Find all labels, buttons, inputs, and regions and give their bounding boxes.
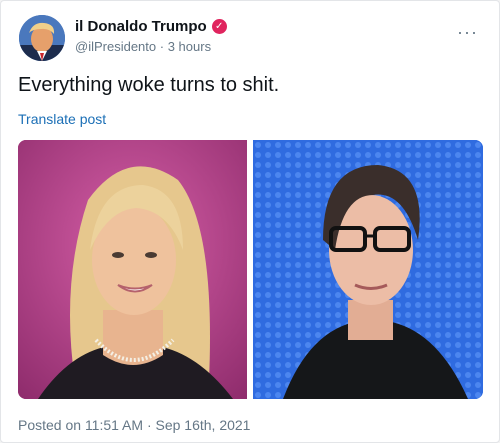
glasses-portrait-image [253, 140, 483, 399]
photo-left[interactable] [18, 140, 247, 399]
more-options-icon[interactable]: ··· [457, 23, 478, 41]
post-timestamp: Posted on 11:51 AM · Sep 16th, 2021 [18, 417, 251, 433]
verified-badge-icon: ✓ [211, 19, 227, 34]
tweet-text: Everything woke turns to shit. [18, 74, 280, 96]
time-ago[interactable]: 3 hours [168, 39, 211, 54]
handle-row: @ilPresidento · 3 hours [75, 39, 211, 54]
display-name[interactable]: il Donaldo Trumpo [75, 18, 207, 35]
photo-right[interactable] [253, 140, 483, 399]
author-handle[interactable]: @ilPresidento [75, 39, 156, 54]
avatar[interactable] [19, 15, 65, 61]
tweet-card: il Donaldo Trumpo ✓ @ilPresidento · 3 ho… [0, 0, 500, 443]
author-row: il Donaldo Trumpo ✓ [75, 18, 227, 35]
avatar-image [19, 15, 65, 61]
meta-separator: · [159, 39, 165, 54]
yearbook-portrait-image [18, 140, 247, 399]
translate-link[interactable]: Translate post [18, 111, 106, 127]
